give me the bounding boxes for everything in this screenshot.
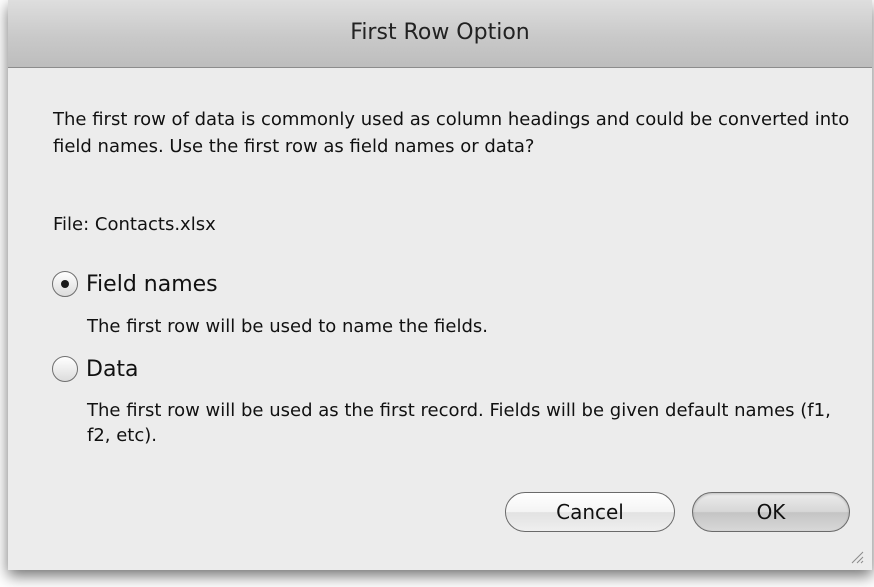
data-description: The first row will be used as the first … bbox=[87, 400, 831, 446]
file-name-label: File: Contacts.xlsx bbox=[53, 214, 216, 235]
dialog-message: The first row of data is commonly used a… bbox=[53, 109, 850, 157]
field-names-description: The first row will be used to name the f… bbox=[87, 316, 488, 337]
field-names-label[interactable]: Field names bbox=[86, 272, 218, 297]
data-radio[interactable] bbox=[52, 356, 78, 382]
resize-grip-icon[interactable] bbox=[848, 548, 864, 564]
field-names-radio[interactable] bbox=[52, 271, 78, 297]
ok-button[interactable]: OK bbox=[692, 492, 850, 532]
data-option[interactable]: Data bbox=[52, 356, 139, 382]
field-names-option[interactable]: Field names bbox=[52, 271, 218, 297]
dialog-titlebar[interactable]: First Row Option bbox=[8, 0, 872, 68]
cancel-button[interactable]: Cancel bbox=[505, 492, 675, 532]
dialog-title: First Row Option bbox=[350, 20, 530, 45]
data-label[interactable]: Data bbox=[86, 357, 139, 382]
first-row-option-dialog: First Row Option The first row of data i… bbox=[8, 0, 872, 570]
